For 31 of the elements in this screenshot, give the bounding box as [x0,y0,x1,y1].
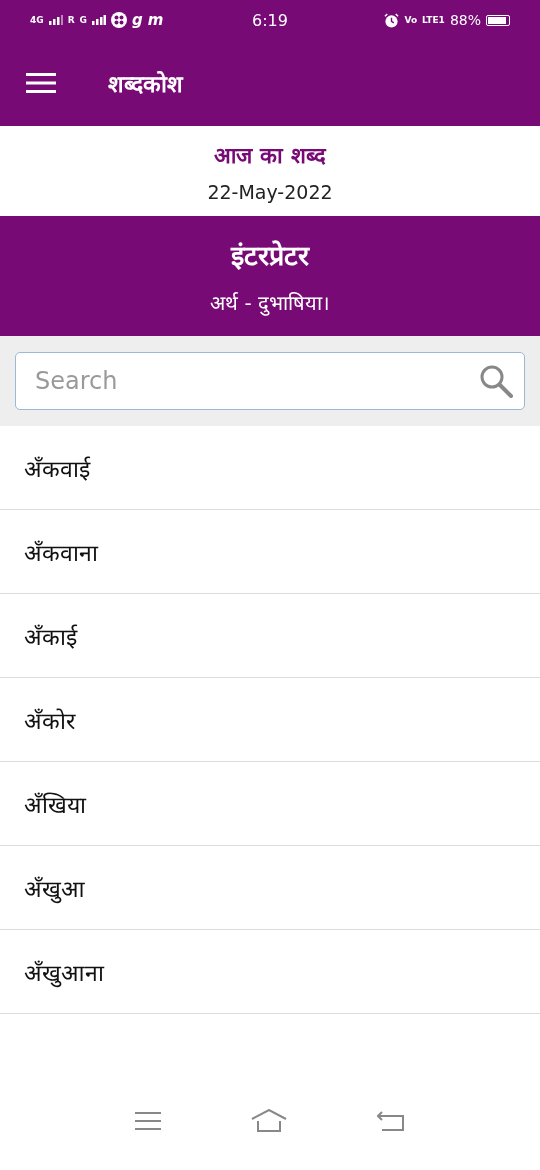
network-label: 4G [30,15,44,25]
word-meaning: अर्थ - दुभाषिया। [210,290,330,316]
lte-label: LTE1 [422,15,445,25]
section-heading: आज का शब्द [214,142,326,169]
signal-icon [48,15,63,25]
word-list-item[interactable]: अँखिया [0,762,540,846]
word-list-item[interactable]: अँखुआना [0,930,540,1014]
word-list-item[interactable]: अँकाई [0,594,540,678]
clover-icon [111,12,127,28]
network-label: G [79,15,87,25]
app-title: शब्दकोश [108,70,183,99]
word-list-item[interactable]: अँकोर [0,678,540,762]
signal-icon [92,15,106,25]
volte-label: Vo [404,15,418,25]
menu-icon[interactable] [26,73,56,93]
battery-icon [486,14,510,26]
word-list-item[interactable]: अँखुआ [0,846,540,930]
word-list-item[interactable]: अँकवाना [0,510,540,594]
back-icon[interactable] [377,1110,405,1132]
date-text: 22-May-2022 [207,181,333,203]
battery-percent: 88% [449,12,481,28]
network-label: R [67,15,75,25]
alarm-icon [384,12,400,28]
notification-letter: m [147,11,164,29]
home-icon[interactable] [251,1109,287,1133]
search-field[interactable]: Search [15,352,525,410]
clock-time: 6:19 [252,10,288,30]
notification-letter: g [132,11,143,29]
search-icon[interactable] [479,364,513,398]
word-title: इंटरप्रेटर [231,239,309,273]
word-list-item[interactable]: अँकवाई [0,426,540,510]
